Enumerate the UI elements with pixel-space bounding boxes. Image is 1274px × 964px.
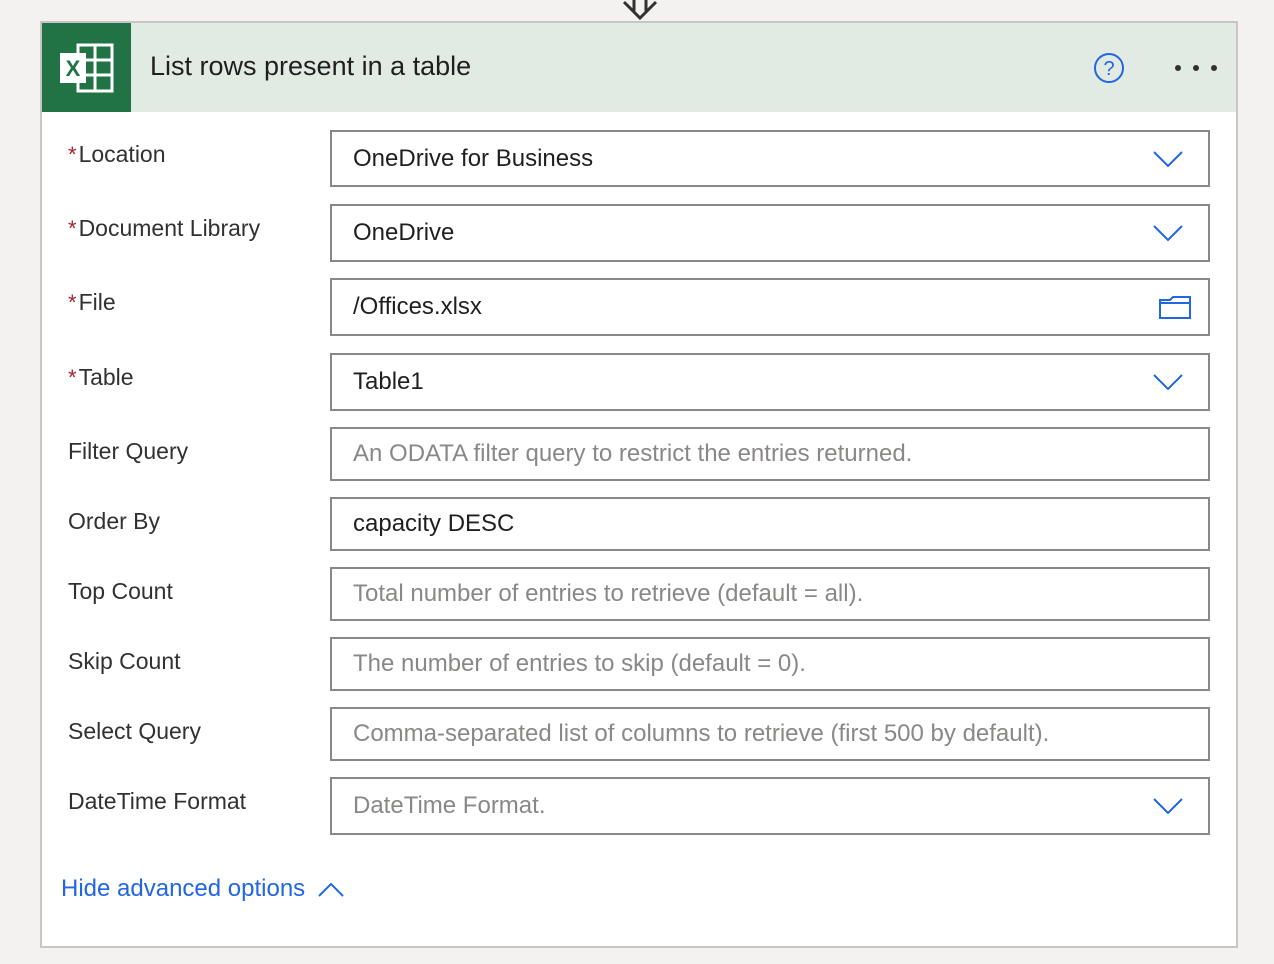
location-value: OneDrive for Business [353, 145, 594, 172]
datetime-format-label-text: DateTime Format [68, 788, 247, 814]
document-library-label-text: Document Library [78, 215, 261, 241]
file-label-text: File [78, 289, 116, 315]
required-marker: * [68, 365, 77, 390]
select-query-placeholder: Comma-separated list of columns to retri… [353, 720, 1050, 747]
location-label: *Location [68, 141, 166, 168]
filter-query-label-text: Filter Query [68, 438, 189, 464]
top-count-label: Top Count [68, 578, 173, 605]
chevron-down-icon[interactable] [1152, 373, 1184, 391]
top-count-label-text: Top Count [68, 578, 173, 604]
table-value: Table1 [353, 368, 424, 395]
svg-text:X: X [66, 56, 81, 81]
chevron-up-icon[interactable] [317, 880, 345, 898]
required-marker: * [68, 216, 77, 241]
action-title: List rows present in a table [150, 51, 472, 81]
filter-query-field[interactable]: An ODATA filter query to restrict the en… [330, 427, 1210, 481]
chevron-down-icon[interactable] [1152, 224, 1184, 242]
required-marker: * [68, 142, 77, 167]
location-label-text: Location [78, 141, 166, 167]
table-label: *Table [68, 364, 134, 391]
document-library-dropdown[interactable]: OneDrive [330, 204, 1210, 262]
location-dropdown[interactable]: OneDrive for Business [330, 130, 1210, 187]
skip-count-label-text: Skip Count [68, 648, 181, 674]
help-circle-icon[interactable]: ? [1093, 52, 1125, 84]
skip-count-field[interactable]: The number of entries to skip (default =… [330, 637, 1210, 691]
datetime-format-label: DateTime Format [68, 788, 246, 815]
datetime-format-dropdown[interactable]: DateTime Format. [330, 777, 1210, 835]
filter-query-label: Filter Query [68, 438, 188, 465]
down-arrow-icon [622, 0, 658, 21]
table-dropdown[interactable]: Table1 [330, 353, 1210, 411]
table-label-text: Table [78, 364, 134, 390]
filter-query-placeholder: An ODATA filter query to restrict the en… [353, 440, 913, 467]
order-by-label: Order By [68, 508, 160, 535]
chevron-down-icon[interactable] [1152, 797, 1184, 815]
required-marker: * [68, 290, 77, 315]
datetime-format-placeholder: DateTime Format. [353, 792, 546, 819]
top-count-field[interactable]: Total number of entries to retrieve (def… [330, 567, 1210, 621]
folder-icon[interactable] [1158, 294, 1192, 320]
action-card: X List rows present in a table ? *Locati… [40, 21, 1238, 948]
select-query-label-text: Select Query [68, 718, 201, 744]
excel-icon: X [42, 23, 131, 112]
document-library-label: *Document Library [68, 215, 260, 242]
hide-advanced-options-link[interactable]: Hide advanced options [61, 875, 305, 903]
chevron-down-icon[interactable] [1152, 150, 1184, 168]
order-by-field[interactable]: capacity DESC [330, 497, 1210, 551]
select-query-label: Select Query [68, 718, 201, 745]
file-value: /Offices.xlsx [353, 293, 482, 320]
ellipsis-icon[interactable] [1173, 58, 1219, 78]
order-by-value: capacity DESC [353, 510, 515, 537]
skip-count-placeholder: The number of entries to skip (default =… [353, 650, 806, 677]
top-count-placeholder: Total number of entries to retrieve (def… [353, 580, 864, 607]
action-header[interactable]: X List rows present in a table ? [42, 23, 1236, 112]
document-library-value: OneDrive [353, 219, 455, 246]
svg-text:?: ? [1103, 58, 1114, 80]
file-label: *File [68, 289, 116, 316]
file-field[interactable]: /Offices.xlsx [330, 278, 1210, 336]
select-query-field[interactable]: Comma-separated list of columns to retri… [330, 707, 1210, 761]
skip-count-label: Skip Count [68, 648, 181, 675]
order-by-label-text: Order By [68, 508, 161, 534]
